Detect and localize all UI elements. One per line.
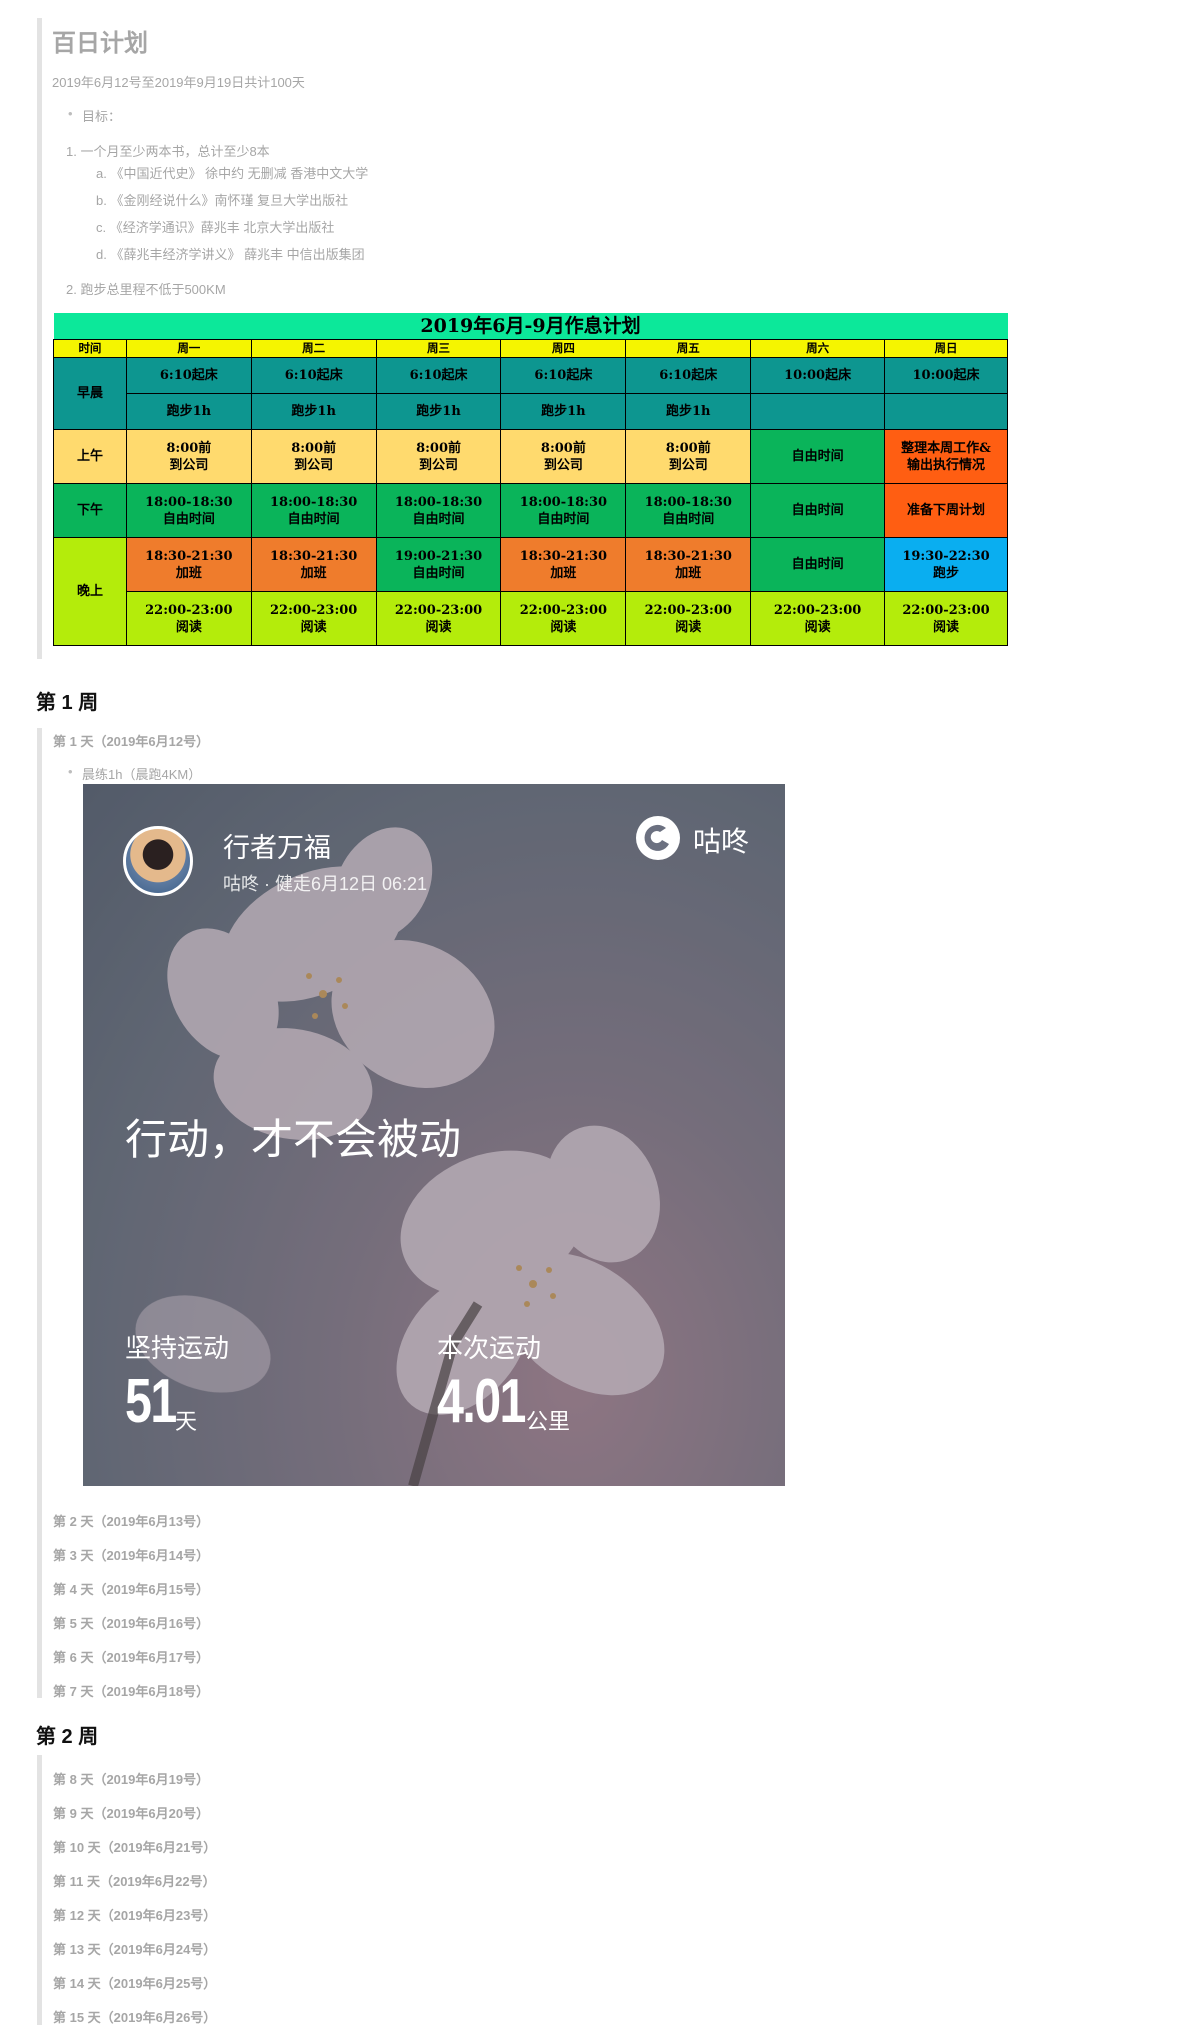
day-item: 第 4 天（2019年6月15号） (53, 1582, 210, 1597)
schedule-cell: 18:00-18:30 自由时间 (125, 483, 252, 538)
header-cell: 周日 (884, 339, 1008, 358)
schedule-cell: 8:00前 到公司 (500, 429, 627, 484)
day-item: 第 2 天（2019年6月13号） (53, 1514, 210, 1529)
schedule-cell: 8:00前 到公司 (250, 429, 377, 484)
day-item: 第 14 天（2019年6月25号） (53, 1976, 217, 1991)
day-item: 第 9 天（2019年6月20号） (53, 1806, 210, 1821)
avatar (123, 826, 193, 896)
schedule-cell: 18:00-18:30 自由时间 (250, 483, 377, 538)
codoon-share-card: 行者万福 咕咚 · 健走6月12日 06:21 咕咚 行动，才不会被动 坚持运动… (83, 784, 785, 1486)
schedule-cell: 22:00-23:00 阅读 (500, 591, 627, 646)
day-item: 第 1 天（2019年6月12号） (53, 734, 210, 749)
schedule-cell: 准备下周计划 (884, 483, 1008, 538)
book-item: d. 《薛兆丰经济学讲义》 薛兆丰 中信出版集团 (96, 247, 365, 262)
header-cell: 周四 (500, 339, 627, 358)
schedule-cell: 跑步1h (500, 393, 627, 430)
distance-unit: 公里 (526, 1409, 571, 1434)
day-item: 第 8 天（2019年6月19号） (53, 1772, 210, 1787)
schedule-cell: 跑步1h (375, 393, 502, 430)
period-cell: 下午 (53, 483, 127, 538)
distance-label: 本次运动 (437, 1333, 542, 1363)
schedule-cell: 18:30-21:30 加班 (125, 537, 252, 592)
day-item: 第 15 天（2019年6月26号） (53, 2010, 217, 2025)
week-heading: 第 2 周 (36, 1726, 99, 1748)
header-cell: 时间 (53, 339, 127, 358)
day-item: 第 3 天（2019年6月14号） (53, 1548, 210, 1563)
schedule-cell: 10:00起床 (750, 357, 886, 394)
day-item: 第 6 天（2019年6月17号） (53, 1650, 210, 1665)
schedule-cell: 6:10起床 (125, 357, 252, 394)
schedule-cell: 18:00-18:30 自由时间 (500, 483, 627, 538)
schedule-cell: 跑步1h (625, 393, 752, 430)
schedule-cell: 6:10起床 (500, 357, 627, 394)
book-item: a. 《中国近代史》 徐中约 无删减 香港中文大学 (96, 166, 369, 181)
schedule-cell: 跑步1h (250, 393, 377, 430)
schedule-cell: 自由时间 (750, 429, 886, 484)
streak-value: 51 (125, 1367, 177, 1436)
schedule-cell: 18:00-18:30 自由时间 (375, 483, 502, 538)
day-item: 第 10 天（2019年6月21号） (53, 1840, 217, 1855)
schedule-cell: 18:30-21:30 加班 (625, 537, 752, 592)
period-cell: 早晨 (53, 357, 127, 430)
day-item: 第 5 天（2019年6月16号） (53, 1616, 210, 1631)
period-cell: 上午 (53, 429, 127, 484)
goal-item-books: 1. 一个月至少两本书，总计至少8本 (66, 144, 270, 159)
schedule-title: 2019年6月-9月作息计划 (53, 313, 1008, 340)
page-title: 百日计划 (52, 30, 148, 57)
header-cell: 周六 (750, 339, 886, 358)
streak-label: 坚持运动 (125, 1333, 230, 1363)
plan-date-range: 2019年6月12号至2019年9月19日共计100天 (52, 75, 305, 90)
day-item: 第 11 天（2019年6月22号） (53, 1874, 216, 1889)
week-heading: 第 1 周 (36, 692, 99, 714)
book-item: b. 《金刚经说什么》南怀瑾 复旦大学出版社 (96, 193, 349, 208)
schedule-cell: 自由时间 (750, 537, 886, 592)
schedule-cell: 19:30-22:30 跑步 (884, 537, 1008, 592)
day-item: 第 12 天（2019年6月23号） (53, 1908, 217, 1923)
schedule-cell: 22:00-23:00 阅读 (250, 591, 377, 646)
schedule-cell: 跑步1h (125, 393, 252, 430)
schedule-cell: 18:30-21:30 加班 (500, 537, 627, 592)
header-cell: 周五 (625, 339, 752, 358)
schedule-cell: 18:00-18:30 自由时间 (625, 483, 752, 538)
schedule-cell: 8:00前 到公司 (125, 429, 252, 484)
day-item: 第 13 天（2019年6月24号） (53, 1942, 217, 1957)
schedule-cell: 整理本周工作& 输出执行情况 (884, 429, 1008, 484)
activity-meta: 咕咚 · 健走6月12日 06:21 (223, 874, 428, 894)
goals-label: 目标： (68, 106, 121, 125)
streak-unit: 天 (175, 1409, 198, 1434)
header-cell: 周一 (125, 339, 252, 358)
username: 行者万福 (223, 833, 331, 863)
schedule-cell: 6:10起床 (625, 357, 752, 394)
schedule-cell: 8:00前 到公司 (625, 429, 752, 484)
book-item: c. 《经济学通识》薛兆丰 北京大学出版社 (96, 220, 335, 235)
schedule-cell: 19:00-21:30 自由时间 (375, 537, 502, 592)
slogan: 行动，才不会被动 (125, 1116, 462, 1163)
schedule-cell: 自由时间 (750, 483, 886, 538)
schedule-table: 2019年6月-9月作息计划 时间 周一 周二 周三 周四 周五 周六 周日 早… (53, 313, 1008, 646)
schedule-cell: 22:00-23:00 阅读 (750, 591, 886, 646)
schedule-cell: 22:00-23:00 阅读 (884, 591, 1008, 646)
period-cell: 晚上 (53, 537, 127, 646)
goal-item-running: 2. 跑步总里程不低于500KM (66, 282, 226, 297)
distance-value: 4.01 (437, 1367, 526, 1436)
header-cell: 周二 (250, 339, 377, 358)
day-exercise-note: 晨练1h（晨跑4KM） (68, 764, 201, 783)
schedule-cell: 22:00-23:00 阅读 (625, 591, 752, 646)
day-item: 第 7 天（2019年6月18号） (53, 1684, 210, 1699)
schedule-cell: 10:00起床 (884, 357, 1008, 394)
schedule-cell: 6:10起床 (375, 357, 502, 394)
schedule-cell (884, 393, 1008, 430)
codoon-logo-icon (636, 816, 680, 860)
schedule-cell: 22:00-23:00 阅读 (375, 591, 502, 646)
schedule-cell: 22:00-23:00 阅读 (125, 591, 252, 646)
schedule-cell: 18:30-21:30 加班 (250, 537, 377, 592)
schedule-cell (750, 393, 886, 430)
brand-name: 咕咚 (693, 826, 750, 857)
schedule-cell: 6:10起床 (250, 357, 377, 394)
schedule-cell: 8:00前 到公司 (375, 429, 502, 484)
header-cell: 周三 (375, 339, 502, 358)
